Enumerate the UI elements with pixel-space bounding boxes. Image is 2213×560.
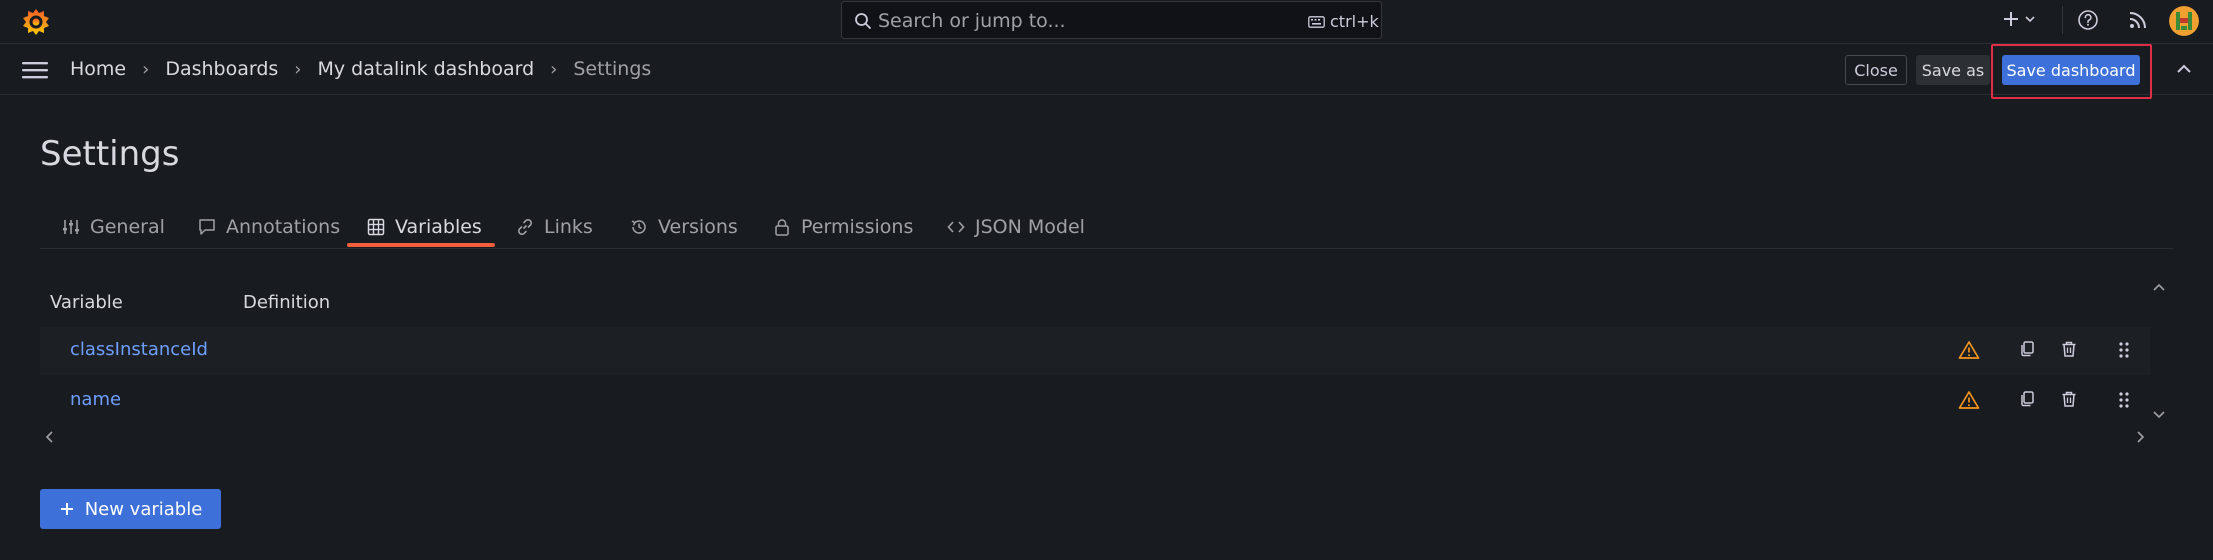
- comment-icon: [198, 218, 216, 236]
- tab-label: General: [90, 215, 165, 238]
- new-variable-button[interactable]: New variable: [40, 489, 221, 529]
- variable-name-link[interactable]: classInstanceId: [70, 339, 208, 360]
- breadcrumb-home[interactable]: Home: [70, 58, 126, 80]
- breadcrumb-dashboards[interactable]: Dashboards: [165, 58, 278, 80]
- plus-icon: [59, 501, 75, 517]
- column-header-definition: Definition: [243, 292, 331, 313]
- highlight-box: [1991, 44, 2152, 99]
- lock-icon: [773, 218, 791, 236]
- breadcrumb: Home › Dashboards › My datalink dashboar…: [70, 58, 651, 80]
- scroll-right-icon[interactable]: [2136, 430, 2146, 444]
- column-header-variable: Variable: [50, 292, 123, 313]
- drag-handle-icon[interactable]: [2118, 391, 2130, 409]
- link-icon: [516, 218, 534, 236]
- tab-label: Permissions: [801, 215, 914, 238]
- close-button[interactable]: Close: [1845, 55, 1907, 85]
- settings-tabs: General Annotations Variables Links Vers…: [40, 204, 2173, 249]
- search-input[interactable]: Search or jump to... ctrl+k: [841, 1, 1382, 39]
- history-icon: [630, 218, 648, 236]
- code-icon: [947, 218, 965, 236]
- grafana-logo-icon[interactable]: [21, 7, 51, 37]
- search-placeholder: Search or jump to...: [878, 10, 1066, 32]
- tab-versions[interactable]: Versions: [627, 204, 741, 249]
- tab-label: Annotations: [226, 215, 341, 238]
- breadcrumb-settings: Settings: [573, 58, 652, 80]
- warning-icon[interactable]: [1958, 390, 1980, 410]
- tab-label: Versions: [658, 215, 738, 238]
- new-variable-label: New variable: [84, 498, 203, 520]
- page-title: Settings: [40, 134, 180, 174]
- chevron-right-icon: ›: [294, 58, 302, 80]
- duplicate-icon[interactable]: [2018, 340, 2036, 358]
- drag-handle-icon[interactable]: [2118, 341, 2130, 359]
- tab-general[interactable]: General: [59, 204, 168, 249]
- table-row: name: [40, 377, 2150, 425]
- help-icon[interactable]: [2077, 9, 2099, 31]
- save-as-button[interactable]: Save as: [1916, 55, 1990, 85]
- scroll-down-icon[interactable]: [2152, 410, 2166, 420]
- duplicate-icon[interactable]: [2018, 390, 2036, 408]
- tab-label: JSON Model: [975, 215, 1085, 238]
- variable-name-link[interactable]: name: [70, 389, 121, 410]
- user-avatar[interactable]: [2169, 6, 2199, 36]
- tab-permissions[interactable]: Permissions: [770, 204, 916, 249]
- menu-icon[interactable]: [22, 60, 48, 80]
- tab-json-model[interactable]: JSON Model: [944, 204, 1088, 249]
- active-tab-indicator: [347, 243, 495, 247]
- tab-label: Links: [544, 215, 593, 238]
- add-new-menu-button[interactable]: [2002, 10, 2036, 28]
- keyboard-icon: [1308, 16, 1325, 28]
- trash-icon[interactable]: [2060, 390, 2078, 408]
- chevron-down-icon: [2024, 13, 2036, 25]
- search-icon: [854, 12, 872, 30]
- divider: [2062, 6, 2063, 34]
- chevron-right-icon: ›: [142, 58, 150, 80]
- tab-label: Variables: [395, 215, 482, 238]
- tab-annotations[interactable]: Annotations: [195, 204, 343, 249]
- breadcrumb-dashboard[interactable]: My datalink dashboard: [318, 58, 535, 80]
- chevron-right-icon: ›: [550, 58, 558, 80]
- scroll-up-icon[interactable]: [2152, 282, 2166, 292]
- top-bar: Search or jump to... ctrl+k: [0, 0, 2213, 44]
- table-row: classInstanceId: [40, 327, 2150, 375]
- sliders-icon: [62, 218, 80, 236]
- warning-icon[interactable]: [1958, 340, 1980, 360]
- trash-icon[interactable]: [2060, 340, 2078, 358]
- chevron-up-icon[interactable]: [2176, 63, 2192, 75]
- table-icon: [367, 218, 385, 236]
- search-shortcut: ctrl+k: [1330, 12, 1379, 31]
- scroll-left-icon[interactable]: [44, 430, 54, 444]
- tab-links[interactable]: Links: [513, 204, 596, 249]
- rss-news-icon[interactable]: [2128, 10, 2148, 30]
- plus-icon: [2002, 10, 2020, 28]
